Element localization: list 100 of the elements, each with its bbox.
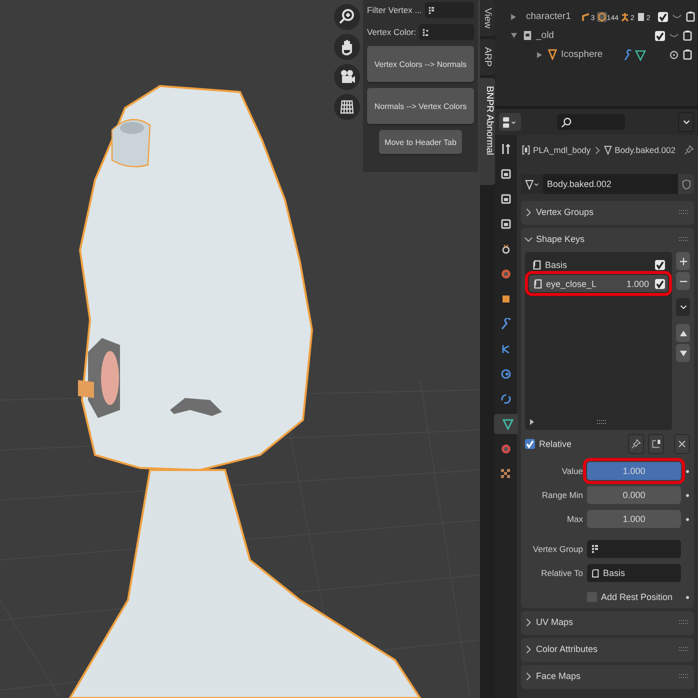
camera-icon[interactable] [683,30,692,41]
branch-icon [500,343,512,355]
drag-handle-icon[interactable] [678,673,690,679]
fake-user-button[interactable] [678,174,694,194]
search-select-field[interactable]: Basis [587,564,681,582]
shape-key-icon [533,278,542,289]
chevron-down-icon [678,302,688,312]
keyframe-dot-icon[interactable] [686,596,689,598]
panel-button[interactable]: Vertex Colors --> Normals [367,46,474,82]
sphere-icon [500,443,512,455]
circle-icon[interactable] [669,50,679,60]
mesh-icon [596,12,607,22]
number-field[interactable]: 0.000 [587,486,681,504]
close-icon [677,439,687,449]
sidebar-tab[interactable]: BNPR Abnormal [480,78,495,186]
chevron-icon[interactable] [525,672,532,680]
add-rest-position-checkbox[interactable] [587,592,597,602]
shape-key-value[interactable]: 1.000 [626,278,649,288]
drag-handle-icon[interactable] [678,619,690,625]
camera-icon[interactable] [334,64,360,90]
modifier-icons-drawing [622,48,647,60]
resize-handle-icon[interactable] [596,419,608,425]
chevron-icon[interactable] [524,236,533,242]
edit-mode-button[interactable] [648,434,664,454]
3d-viewport[interactable]: Filter Vertex ... Vertex Color: Vertex Colors --> Normals Normals --> Vertex Colors Move to Header Tab [0,0,480,698]
expand-triangle-icon[interactable] [511,14,516,20]
exclude-checkbox[interactable] [655,30,665,40]
search-field[interactable] [557,114,625,130]
grid-icon[interactable] [334,94,360,120]
triangle-icon [502,418,514,430]
drag-handle-icon[interactable] [678,236,690,242]
frame-icon [500,218,512,230]
value-slider[interactable]: 1.000 [587,462,681,480]
filter-field[interactable] [424,2,474,18]
chevron-icon[interactable] [525,618,532,626]
panel-title[interactable]: UV Maps [536,617,574,627]
bone-icon [580,12,591,22]
shape-key-name: Basis [545,260,568,270]
field-label: Vertex Group [532,544,583,554]
keyframe-dot-icon[interactable] [686,494,689,496]
field-label: Value [560,466,583,476]
panel-title[interactable]: Vertex Groups [536,207,594,217]
clear-button[interactable] [674,434,690,454]
panel-title[interactable]: Color Attributes [536,644,598,654]
filter-triangle-icon[interactable] [529,418,535,426]
expand-triangle-icon[interactable] [537,52,542,58]
panel-title[interactable]: Face Maps [536,671,581,681]
drag-handle-icon[interactable] [678,646,690,652]
pin-icon[interactable] [684,145,694,155]
outliner-item-name[interactable]: character1 [526,11,571,22]
vertices-icon [651,439,661,449]
hand-icon[interactable] [334,34,360,60]
mesh-browse-button[interactable] [521,174,543,194]
panel-button[interactable]: Move to Header Tab [379,130,462,154]
collection-icon [523,30,532,41]
wrench-icon [500,318,512,330]
chevron-icon[interactable] [525,644,532,654]
outliner-item-name[interactable]: Icosphere [561,49,603,60]
shape-key-item[interactable]: Basis [529,256,668,273]
shape-key-icon [532,259,541,270]
editor-type-button[interactable] [499,113,521,131]
triangle-down-icon [678,348,688,358]
relative-checkbox[interactable] [525,439,535,449]
camera-icon[interactable] [683,49,692,60]
pin-button[interactable] [628,434,644,454]
chevron-right-icon [594,146,600,154]
keyframe-dot-icon[interactable] [686,470,689,472]
shape-key-item[interactable]: eye_close_L 1.000 [529,275,668,292]
zoom-icon[interactable] [334,4,360,30]
plus-icon [678,256,688,266]
properties-tab[interactable] [494,414,518,434]
mute-checkbox[interactable] [655,260,665,270]
panel-button[interactable]: Normals --> Vertex Colors [367,88,474,124]
chevron-icon[interactable] [525,208,532,216]
sidebar-tab[interactable]: ARP [480,39,495,75]
keyframe-dot-icon[interactable] [686,518,689,520]
number-field[interactable]: 1.000 [587,510,681,528]
add-button[interactable] [676,252,690,270]
mute-checkbox[interactable] [655,278,665,288]
specials-menu-button[interactable] [676,298,690,316]
editor-type-icon [503,116,517,128]
move-down-button[interactable] [676,344,690,362]
orbit-icon [500,368,512,380]
move-up-button[interactable] [676,324,690,342]
shape-key-icon [591,568,599,578]
outliner-item-name[interactable]: _old [536,30,554,41]
vertex-color-field[interactable] [419,24,474,40]
expand-triangle-icon[interactable] [511,33,517,38]
remove-button[interactable] [676,272,690,290]
checker-icon [500,468,512,480]
drag-handle-icon[interactable] [678,209,690,215]
frame-icon [500,168,512,180]
cone-mesh-icon [548,49,557,60]
camera-icon[interactable] [686,11,696,22]
exclude-checkbox[interactable] [658,12,668,22]
panel-title[interactable]: Shape Keys [536,234,585,244]
search-select-field[interactable] [587,540,681,558]
dropdown-button[interactable] [678,112,694,132]
sidebar-tab[interactable]: View [480,0,495,36]
square-icon [500,293,512,305]
